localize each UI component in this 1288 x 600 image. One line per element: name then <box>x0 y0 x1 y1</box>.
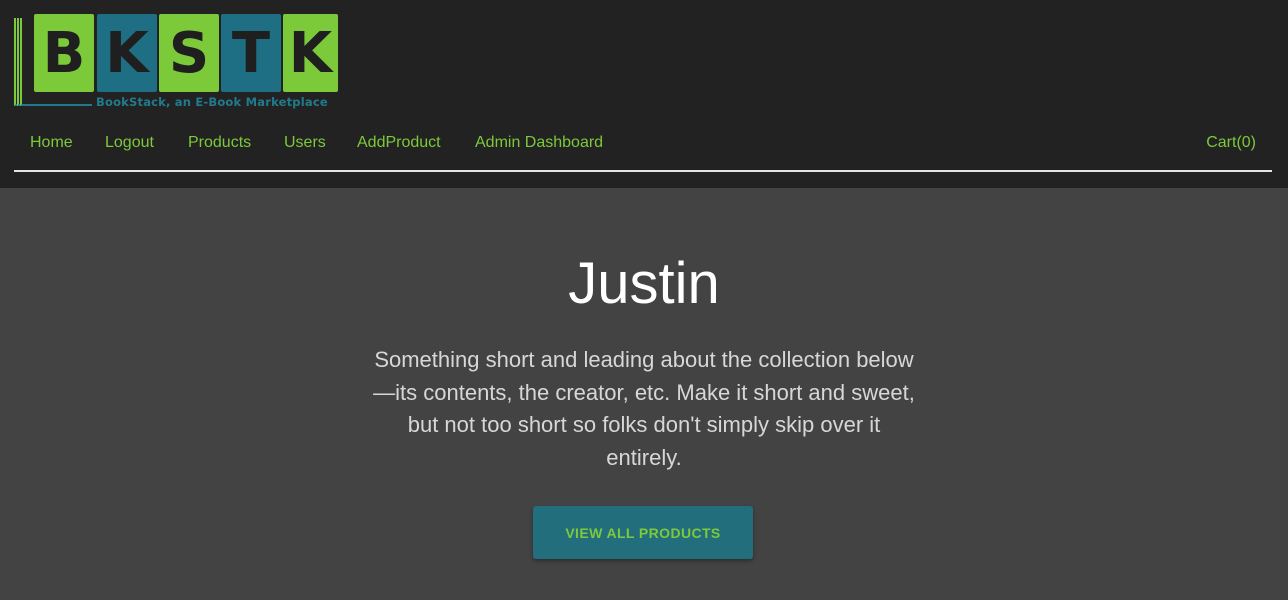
logo-tagline: BookStack, an E-Book Marketplace <box>96 95 328 109</box>
logo-letter-k2: K <box>283 14 338 92</box>
site-logo[interactable]: B K S T K BookStack, an E-Book Marketpla… <box>14 14 338 110</box>
nav-item-products[interactable]: Products <box>188 126 251 160</box>
logo-letter-s: S <box>159 14 219 92</box>
nav-item-admin-dashboard[interactable]: Admin Dashboard <box>475 126 603 160</box>
nav-item-home[interactable]: Home <box>30 126 73 160</box>
hero-title: Justin <box>568 251 720 316</box>
view-all-products-button[interactable]: VIEW ALL PRODUCTS <box>533 506 753 559</box>
logo-letter-b: B <box>34 14 94 92</box>
hero-description: Something short and leading about the co… <box>373 347 915 470</box>
nav-item-cart[interactable]: Cart(0) <box>1206 126 1256 160</box>
main-nav: Home Logout Products Users AddProduct Ad… <box>14 126 1272 160</box>
nav-item-logout[interactable]: Logout <box>105 126 154 160</box>
header-bar: B K S T K BookStack, an E-Book Marketpla… <box>0 0 1288 188</box>
logo-letter-t: T <box>221 14 281 92</box>
nav-item-users[interactable]: Users <box>284 126 326 160</box>
logo-letter-k: K <box>97 14 157 92</box>
nav-divider <box>14 170 1272 172</box>
nav-item-addproduct[interactable]: AddProduct <box>357 126 441 160</box>
